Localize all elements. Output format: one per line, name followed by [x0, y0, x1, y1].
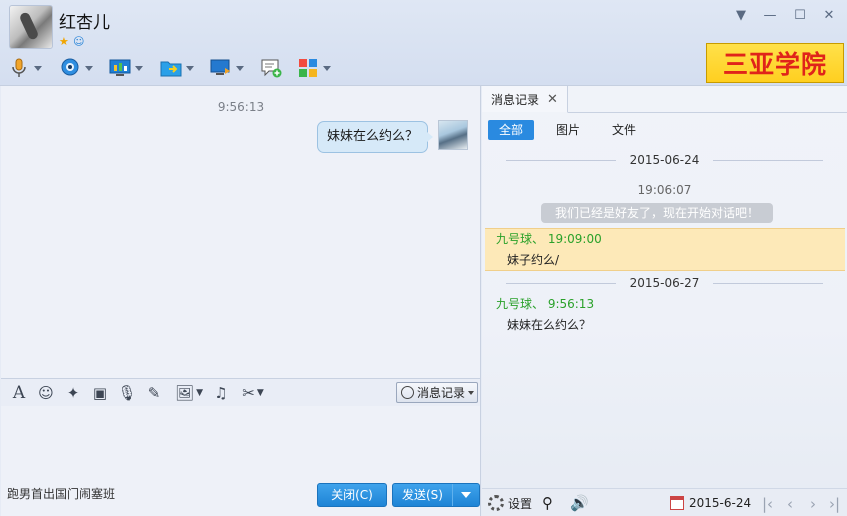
history-message[interactable]: 九号球、 19:09:00 妹子约么/ [485, 228, 845, 271]
message-text: 妹子约么/ [507, 253, 560, 267]
status-text[interactable]: 跑男首出国门闹塞班 [7, 485, 115, 502]
shake-icon[interactable]: ✦ [63, 383, 83, 403]
qq-status-icon[interactable]: ☺ [73, 35, 84, 48]
message-bubble[interactable]: 妹妹在么约么？ [316, 121, 434, 153]
message-history-panel: 消息记录 ✕ 全部 图片 文件 2015-06-24 19:06:07 我们已经… [482, 86, 847, 516]
search-icon[interactable]: ⚲ [542, 494, 553, 512]
video-call-button[interactable] [59, 55, 93, 81]
filter-images[interactable]: 图片 [545, 120, 591, 140]
emoji-icon[interactable]: ☺ [36, 383, 56, 403]
date-separator: 2015-06-27 [482, 275, 847, 291]
new-message-button[interactable] [260, 55, 282, 81]
apps-grid-icon [297, 57, 319, 79]
send-options-dropdown[interactable] [453, 484, 479, 506]
message-history-label: 消息记录 [417, 386, 466, 400]
filter-files[interactable]: 文件 [601, 120, 647, 140]
webcam-icon [59, 57, 81, 79]
image-icon[interactable]: 🖼 ▼ [172, 383, 206, 403]
message-sender: 九号球、 19:09:00 [496, 232, 602, 246]
chevron-down-icon [468, 390, 475, 395]
message-history-button[interactable]: 消息记录 [396, 382, 478, 403]
font-icon[interactable]: A [9, 383, 29, 403]
self-avatar[interactable] [438, 120, 468, 150]
calendar-icon [670, 496, 684, 510]
folder-icon [160, 57, 182, 79]
tab-message-history[interactable]: 消息记录 ✕ [482, 86, 568, 113]
close-button[interactable]: 关闭(C) [317, 483, 387, 507]
send-button[interactable]: 发送(S) [392, 483, 480, 507]
screenshot-scissors-icon[interactable]: ✂ ▼ [236, 383, 270, 403]
monitor-icon [109, 57, 131, 79]
speaker-icon[interactable]: 🔊 [570, 494, 589, 512]
close-icon[interactable]: ✕ [547, 92, 558, 107]
history-message[interactable]: 九号球、 9:56:13 妹妹在么约么？ [485, 294, 845, 338]
message-timestamp: 9:56:13 [217, 100, 265, 114]
previous-page-icon[interactable]: ‹ [787, 495, 793, 513]
send-button-label[interactable]: 发送(S) [393, 484, 453, 506]
history-footer: 设置 ⚲ 🔊 2015-6-24 |‹ ‹ › ›| [482, 488, 847, 516]
remote-desktop-button[interactable] [109, 55, 143, 81]
music-icon[interactable]: ♫ [211, 383, 231, 403]
maximize-button[interactable]: ☐ [790, 8, 810, 24]
star-icon[interactable]: ★ [59, 35, 69, 48]
screen-share-button[interactable] [210, 55, 244, 81]
voice-call-button[interactable] [8, 55, 42, 81]
title-bar: 红杏儿 ★ ☺ ▼ — ☐ ✕ 三亚学院 [0, 0, 847, 86]
gif-icon[interactable]: ▣ [90, 383, 110, 403]
minimize-button[interactable]: — [760, 8, 780, 24]
voice-message-icon[interactable]: 🎙 [117, 383, 137, 403]
message-text: 妹妹在么约么？ [507, 318, 592, 332]
apps-button[interactable] [297, 55, 331, 81]
message-sender: 九号球、 9:56:13 [496, 297, 595, 311]
banner-text: 三亚学院 [722, 50, 827, 79]
chat-add-icon [260, 57, 282, 79]
chevron-down-icon [461, 492, 471, 498]
contact-name[interactable]: 红杏儿 [59, 8, 110, 33]
input-toolbar: A ☺ ✦ ▣ 🎙 ✎ 🖼 ▼ ♫ ✂ ▼ 消息记录 [1, 378, 481, 406]
date-picker-label: 2015-6-24 [689, 496, 752, 510]
send-file-button[interactable] [160, 55, 194, 81]
screen-share-icon [210, 57, 232, 79]
filter-all[interactable]: 全部 [488, 120, 535, 140]
gear-icon [488, 495, 504, 511]
system-message: 我们已经是好友了，现在开始对话吧！ [541, 203, 773, 223]
next-page-icon[interactable]: › [810, 495, 816, 513]
close-window-button[interactable]: ✕ [819, 8, 839, 24]
settings-label: 设置 [508, 496, 533, 511]
last-page-icon[interactable]: ›| [829, 495, 840, 513]
chat-message-area[interactable]: 9:56:13 妹妹在么约么？ [1, 86, 481, 378]
settings-button[interactable]: 设置 [488, 494, 532, 512]
date-picker[interactable]: 2015-6-24 [670, 494, 751, 512]
tab-label: 消息记录 [491, 92, 540, 107]
date-separator: 2015-06-24 [482, 152, 847, 168]
contact-avatar[interactable] [9, 5, 53, 49]
ad-banner[interactable]: 三亚学院 [706, 43, 844, 83]
chevron-down-icon[interactable]: ▼ [731, 8, 751, 24]
first-page-icon[interactable]: |‹ [762, 495, 773, 513]
microphone-icon [8, 57, 30, 79]
system-timestamp: 19:06:07 [637, 183, 692, 197]
edit-icon[interactable]: ✎ [144, 383, 164, 403]
clock-icon [401, 386, 414, 399]
